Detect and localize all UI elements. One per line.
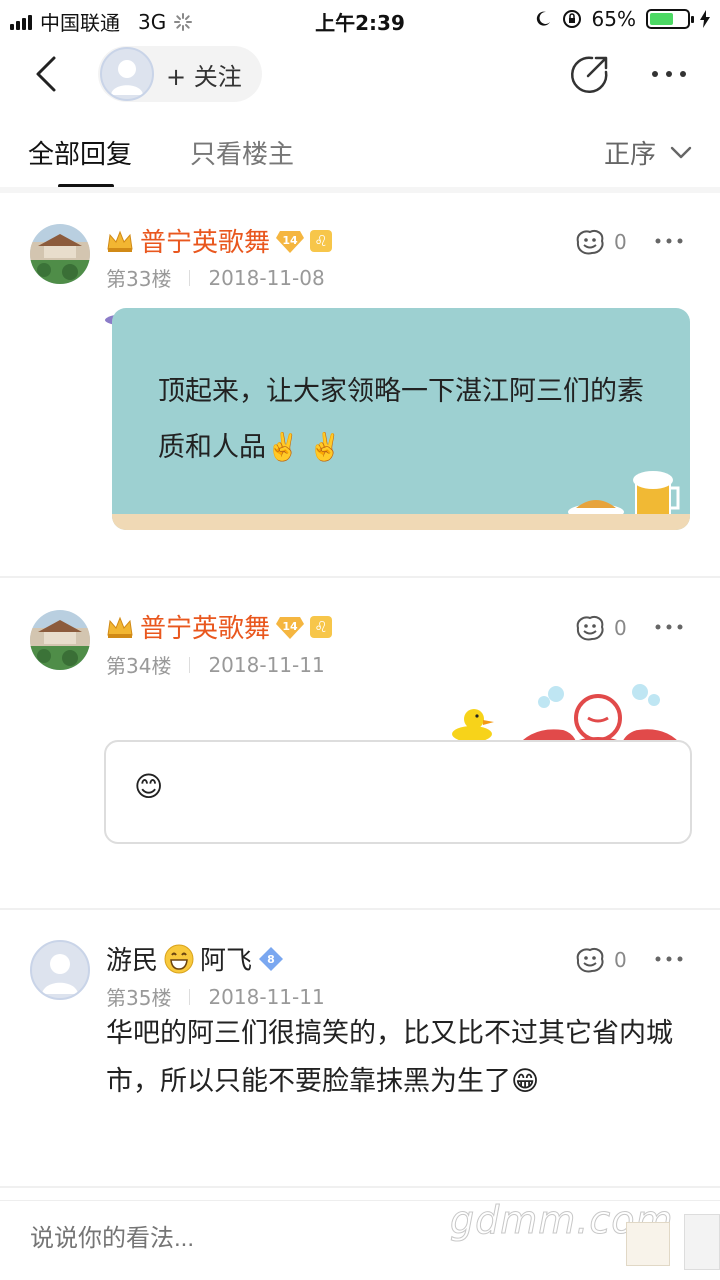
post-meta: 第33楼 2018-11-08: [106, 263, 325, 292]
crown-badge-icon: [107, 616, 133, 638]
follow-button[interactable]: + 关注: [98, 46, 262, 102]
bubble-shelf: [112, 514, 690, 530]
follow-label: + 关注: [166, 62, 242, 91]
thumbnail-image: [626, 1222, 670, 1266]
thread-owner-avatar: [100, 47, 154, 101]
floor-number: 第35楼: [106, 986, 172, 1010]
sort-label: 正序: [603, 140, 656, 170]
rotation-lock-icon: [562, 10, 581, 28]
post-date: 2018-11-08: [208, 265, 325, 290]
chevron-down-icon: [670, 146, 692, 158]
username[interactable]: 游民 阿飞 8: [106, 940, 284, 977]
post-divider: [0, 1186, 720, 1188]
username-label: 普宁英歌舞: [140, 614, 271, 644]
like-count: 0: [614, 230, 627, 254]
svg-text:14: 14: [282, 620, 298, 633]
username-prefix: 游民: [106, 946, 159, 976]
level-badge-icon: 14: [276, 230, 305, 253]
svg-text:14: 14: [282, 234, 298, 247]
nav-bar: + 关注: [0, 40, 720, 110]
share-icon[interactable]: [570, 54, 610, 94]
like-button[interactable]: 0: [574, 228, 627, 256]
floor-number: 第34楼: [106, 654, 172, 678]
charging-icon: [700, 10, 710, 28]
status-bar: 中国联通 3G 上午2:39 65%: [0, 0, 720, 40]
crown-badge-icon: [107, 230, 133, 252]
thumbnail-image: [684, 1214, 720, 1270]
comment-bubble: 😊: [104, 740, 692, 844]
duck-sticker-icon: [452, 709, 494, 742]
post-date: 2018-11-11: [208, 652, 325, 677]
username[interactable]: 普宁英歌舞 14 ♌: [106, 222, 333, 259]
post-divider: [0, 908, 720, 910]
section-divider: [0, 187, 720, 193]
moon-icon: [536, 11, 550, 26]
zodiac-badge-icon: ♌: [310, 615, 333, 638]
post-divider: [0, 576, 720, 578]
post-content: 华吧的阿三们很搞笑的，比又比不过其它省内城市，所以只能不要脸靠抹黑为生了😁: [106, 1018, 673, 1097]
like-count: 0: [614, 616, 627, 640]
like-button[interactable]: 0: [574, 946, 627, 974]
zodiac-badge-icon: ♌: [310, 229, 333, 252]
tab-all-replies[interactable]: 全部回复: [28, 134, 132, 171]
sort-dropdown[interactable]: 正序: [604, 134, 692, 171]
like-count: 0: [614, 948, 627, 972]
like-icon: [576, 948, 604, 973]
battery-percent: 65%: [591, 7, 636, 31]
avatar[interactable]: [30, 224, 90, 284]
comment-bubble: 顶起来，让大家领略一下湛江阿三们的素质和人品✌️ ✌️: [112, 308, 690, 530]
post-meta: 第34楼 2018-11-11: [106, 650, 325, 679]
post-content: 顶起来，让大家领略一下湛江阿三们的素质和人品✌️ ✌️: [158, 376, 644, 463]
more-icon[interactable]: [650, 62, 688, 86]
username-label: 普宁英歌舞: [140, 228, 271, 258]
avatar[interactable]: [30, 940, 90, 1000]
post-more-icon[interactable]: [654, 622, 684, 632]
avatar[interactable]: [30, 610, 90, 670]
username-suffix: 阿飞: [200, 946, 253, 976]
battery-icon: [646, 9, 694, 29]
like-icon: [576, 230, 604, 255]
post-meta: 第35楼 2018-11-11: [106, 982, 325, 1011]
username[interactable]: 普宁英歌舞 14 ♌: [106, 608, 333, 645]
post-more-icon[interactable]: [654, 954, 684, 964]
post-date: 2018-11-11: [208, 984, 325, 1009]
like-button[interactable]: 0: [574, 614, 627, 642]
floor-number: 第33楼: [106, 267, 172, 291]
grin-emoji-icon: [164, 944, 194, 973]
svg-text:8: 8: [267, 953, 275, 966]
like-icon: [576, 616, 604, 641]
post-content: 😊: [134, 770, 164, 803]
level-badge-icon: 8: [259, 946, 284, 971]
level-badge-icon: 14: [276, 616, 305, 639]
tab-owner-only[interactable]: 只看楼主: [190, 134, 294, 171]
reply-input[interactable]: [30, 1225, 390, 1253]
post-more-icon[interactable]: [654, 236, 684, 246]
back-icon[interactable]: [30, 54, 66, 94]
reply-tabs: 全部回复 只看楼主 正序: [0, 120, 720, 190]
